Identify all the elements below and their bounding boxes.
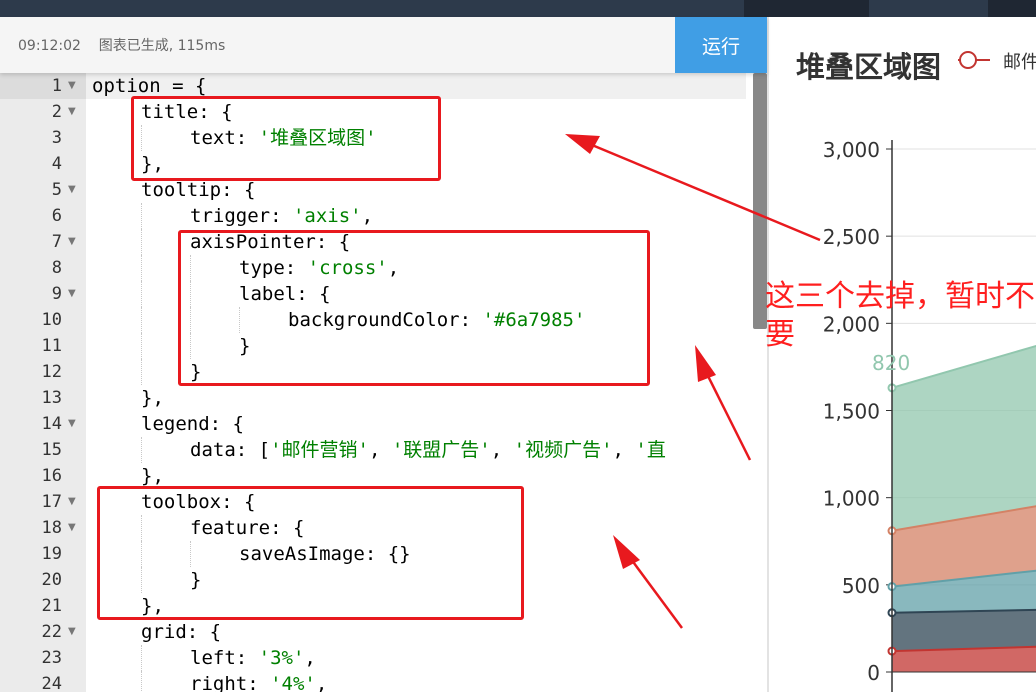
annotation-arrow xyxy=(591,143,821,242)
annotation-note: 这三个去掉，暂时不需要 xyxy=(765,279,1036,352)
annotation-arrowhead xyxy=(695,345,716,382)
annotation-arrowhead xyxy=(565,134,600,154)
annotation-arrow xyxy=(703,369,752,461)
annotation-arrow xyxy=(626,554,684,629)
